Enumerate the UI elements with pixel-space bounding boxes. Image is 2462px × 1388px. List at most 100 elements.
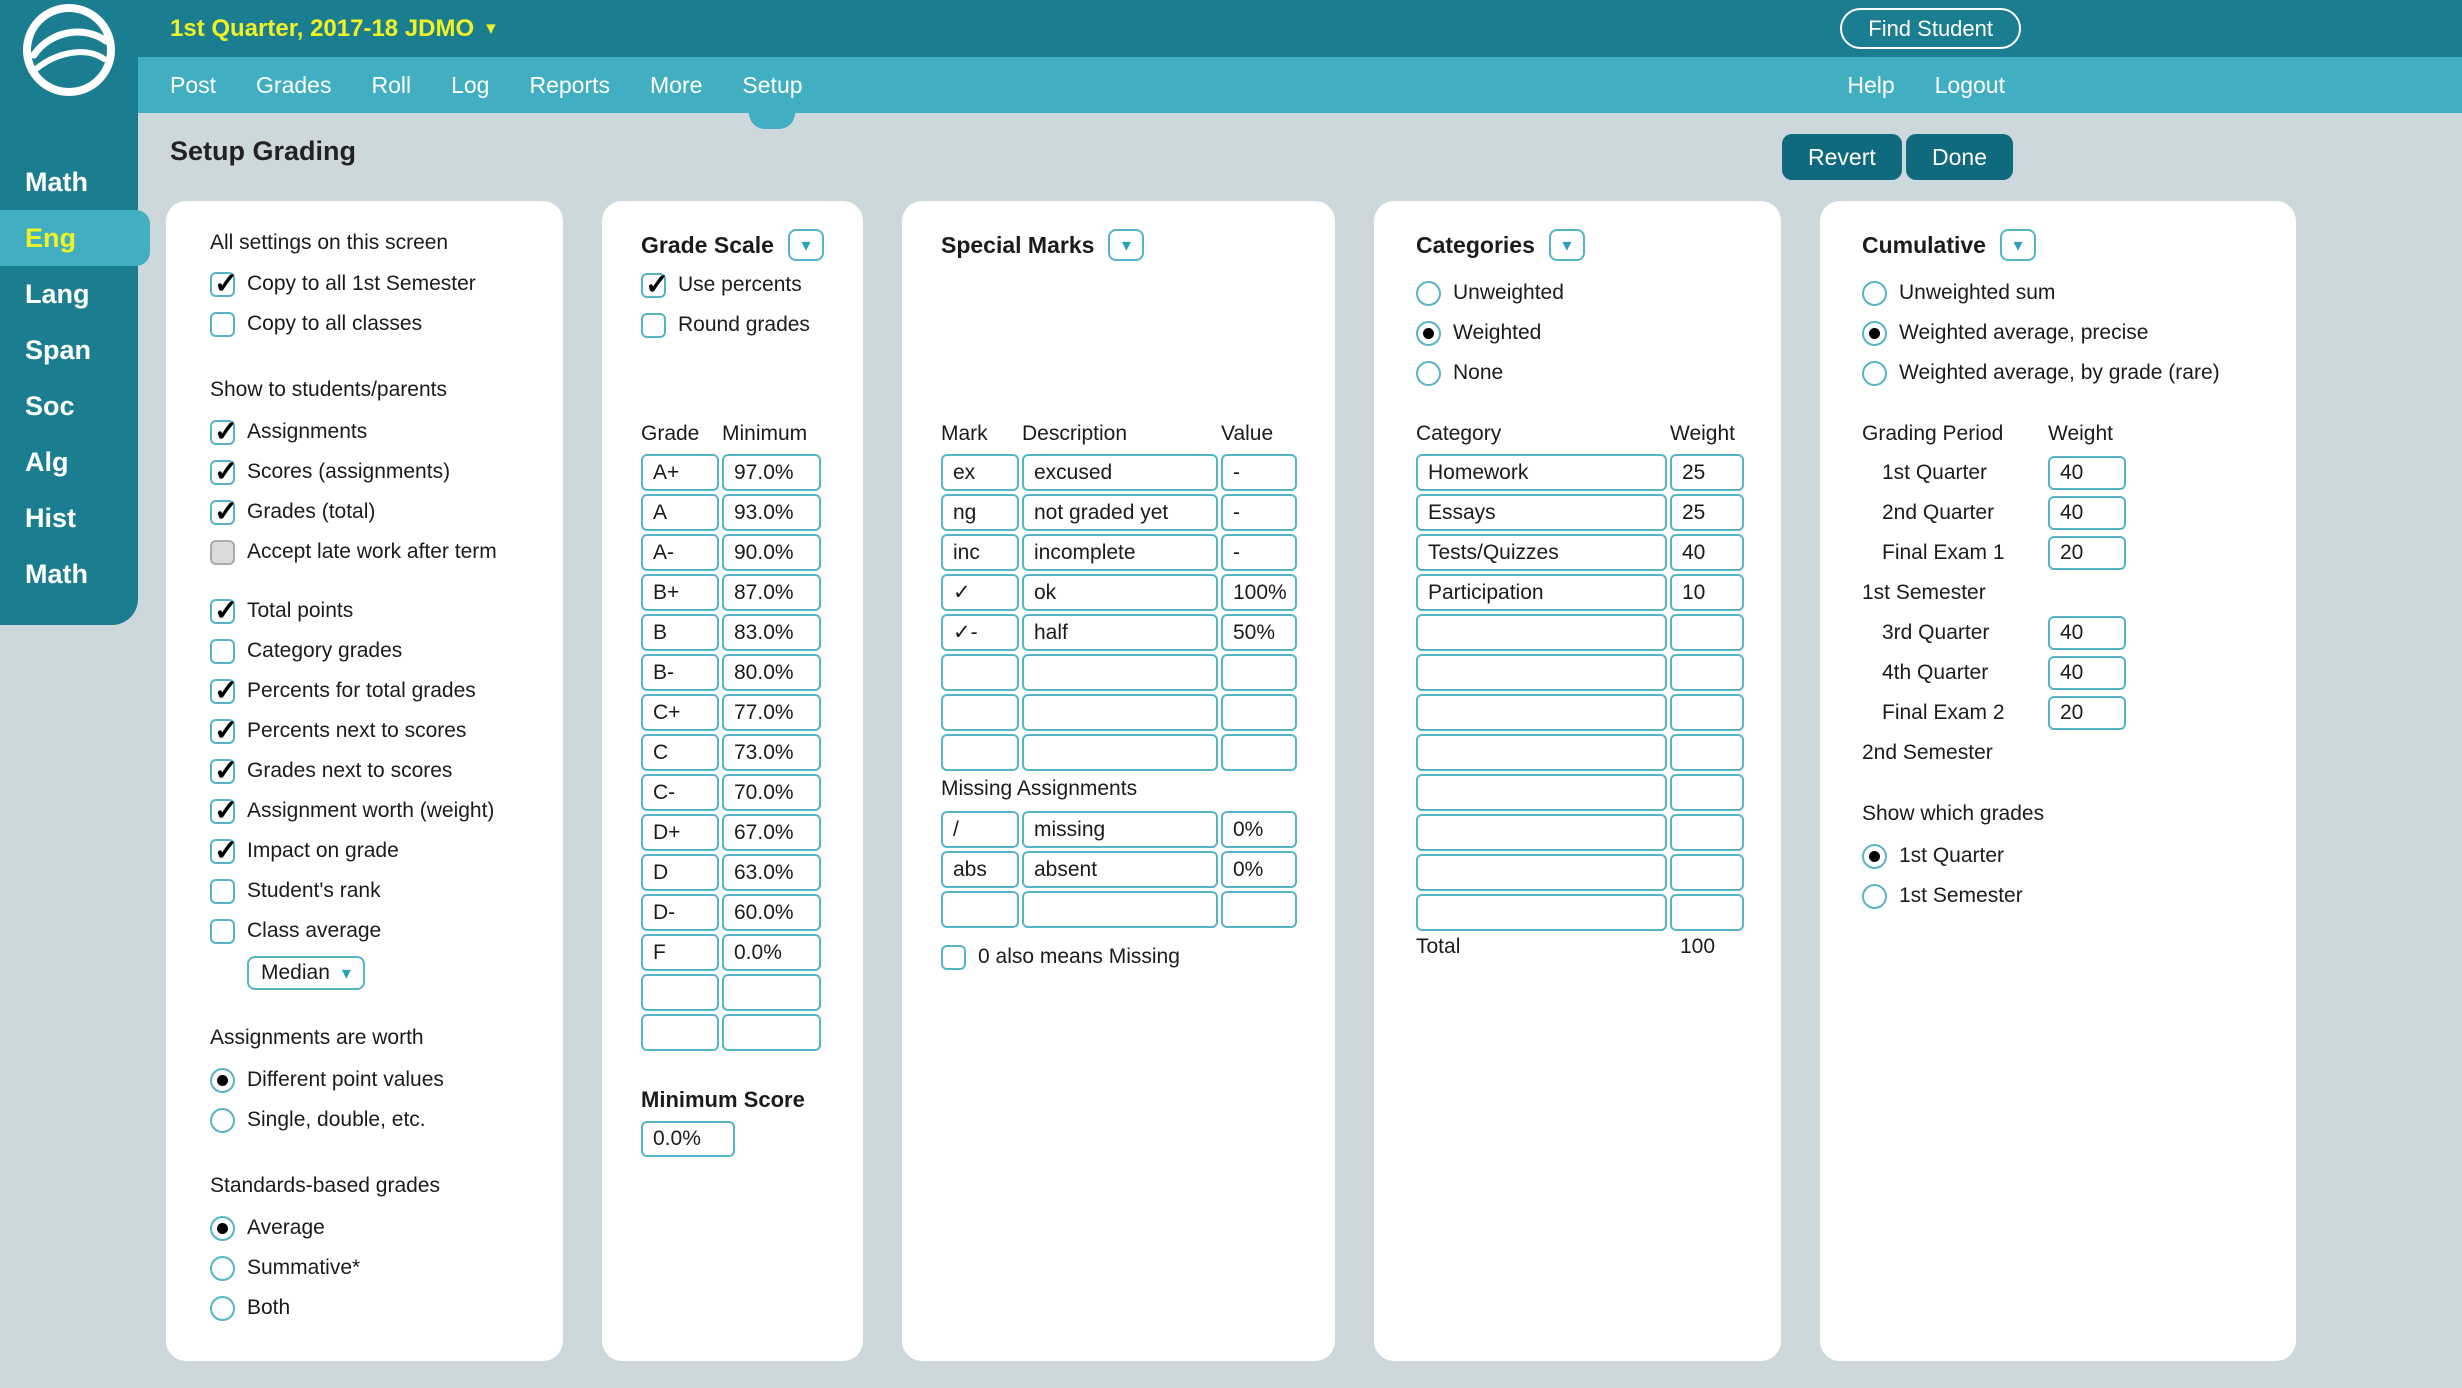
grade-cell[interactable]: F bbox=[641, 934, 719, 971]
value-cell[interactable] bbox=[1221, 734, 1297, 771]
value-cell[interactable] bbox=[1221, 891, 1297, 928]
checkbox[interactable] bbox=[941, 945, 966, 970]
grade-cell[interactable]: D+ bbox=[641, 814, 719, 851]
minimum-cell[interactable]: 60.0% bbox=[722, 894, 821, 931]
sidebar-item-class[interactable]: Hist bbox=[0, 490, 138, 546]
grade-cell[interactable]: D bbox=[641, 854, 719, 891]
description-cell[interactable]: absent bbox=[1022, 851, 1218, 888]
checkbox[interactable] bbox=[641, 273, 666, 298]
grade-cell[interactable]: C+ bbox=[641, 694, 719, 731]
category-cell[interactable]: Tests/Quizzes bbox=[1416, 534, 1667, 571]
weight-cell[interactable]: 25 bbox=[1670, 494, 1744, 531]
nav-item[interactable]: Grades bbox=[256, 57, 331, 113]
sidebar-item-class[interactable]: Math bbox=[0, 546, 138, 602]
mark-cell[interactable]: ✓- bbox=[941, 614, 1019, 651]
period-weight-input[interactable]: 40 bbox=[2048, 656, 2126, 690]
minimum-cell[interactable]: 93.0% bbox=[722, 494, 821, 531]
checkbox[interactable] bbox=[210, 460, 235, 485]
checkbox[interactable] bbox=[210, 679, 235, 704]
checkbox[interactable] bbox=[210, 919, 235, 944]
checkbox[interactable] bbox=[210, 719, 235, 744]
weight-cell[interactable] bbox=[1670, 614, 1744, 651]
minimum-score-input[interactable]: 0.0% bbox=[641, 1121, 735, 1157]
categories-dropdown-button[interactable]: ▾ bbox=[1549, 229, 1585, 261]
radio-button[interactable] bbox=[1862, 884, 1887, 909]
sidebar-item-class[interactable]: Span bbox=[0, 322, 138, 378]
nav-item[interactable]: Log bbox=[451, 57, 489, 113]
radio-button[interactable] bbox=[210, 1068, 235, 1093]
category-cell[interactable]: Participation bbox=[1416, 574, 1667, 611]
category-cell[interactable] bbox=[1416, 614, 1667, 651]
weight-cell[interactable]: 10 bbox=[1670, 574, 1744, 611]
class-average-dropdown[interactable]: Median ▾ bbox=[247, 956, 365, 990]
minimum-cell[interactable]: 0.0% bbox=[722, 934, 821, 971]
value-cell[interactable]: - bbox=[1221, 534, 1297, 571]
grade-cell[interactable]: A bbox=[641, 494, 719, 531]
category-cell[interactable] bbox=[1416, 894, 1667, 931]
mark-cell[interactable] bbox=[941, 694, 1019, 731]
checkbox[interactable] bbox=[210, 312, 235, 337]
minimum-cell[interactable]: 73.0% bbox=[722, 734, 821, 771]
weight-cell[interactable]: 40 bbox=[1670, 534, 1744, 571]
sidebar-item-class[interactable]: Eng bbox=[0, 210, 150, 266]
category-cell[interactable] bbox=[1416, 694, 1667, 731]
checkbox[interactable] bbox=[210, 879, 235, 904]
value-cell[interactable]: 50% bbox=[1221, 614, 1297, 651]
value-cell[interactable]: 0% bbox=[1221, 851, 1297, 888]
description-cell[interactable] bbox=[1022, 694, 1218, 731]
category-cell[interactable]: Homework bbox=[1416, 454, 1667, 491]
revert-button[interactable]: Revert bbox=[1782, 134, 1902, 180]
checkbox[interactable] bbox=[641, 313, 666, 338]
period-weight-input[interactable]: 40 bbox=[2048, 616, 2126, 650]
grade-cell[interactable] bbox=[641, 974, 719, 1011]
nav-item[interactable]: Setup bbox=[742, 57, 802, 113]
grade-cell[interactable]: D- bbox=[641, 894, 719, 931]
weight-cell[interactable] bbox=[1670, 854, 1744, 891]
minimum-cell[interactable] bbox=[722, 974, 821, 1011]
minimum-cell[interactable]: 87.0% bbox=[722, 574, 821, 611]
nav-item[interactable]: Roll bbox=[371, 57, 411, 113]
sidebar-item-class[interactable]: Lang bbox=[0, 266, 138, 322]
weight-cell[interactable]: 25 bbox=[1670, 454, 1744, 491]
radio-button[interactable] bbox=[210, 1296, 235, 1321]
checkbox[interactable] bbox=[210, 839, 235, 864]
term-selector[interactable]: 1st Quarter, 2017-18 JDMO ▾ bbox=[170, 0, 496, 57]
mark-cell[interactable]: ex bbox=[941, 454, 1019, 491]
description-cell[interactable]: excused bbox=[1022, 454, 1218, 491]
mark-cell[interactable] bbox=[941, 654, 1019, 691]
weight-cell[interactable] bbox=[1670, 774, 1744, 811]
period-weight-input[interactable]: 20 bbox=[2048, 536, 2126, 570]
description-cell[interactable]: ok bbox=[1022, 574, 1218, 611]
minimum-cell[interactable]: 97.0% bbox=[722, 454, 821, 491]
checkbox[interactable] bbox=[210, 500, 235, 525]
checkbox[interactable] bbox=[210, 540, 235, 565]
nav-item[interactable]: Reports bbox=[529, 57, 610, 113]
nav-item[interactable]: More bbox=[650, 57, 702, 113]
grade-cell[interactable]: C- bbox=[641, 774, 719, 811]
nav-item-help[interactable]: Help bbox=[1847, 57, 1894, 113]
radio-button[interactable] bbox=[1862, 281, 1887, 306]
category-cell[interactable] bbox=[1416, 734, 1667, 771]
weight-cell[interactable] bbox=[1670, 694, 1744, 731]
weight-cell[interactable] bbox=[1670, 654, 1744, 691]
radio-button[interactable] bbox=[1862, 361, 1887, 386]
sidebar-item-class[interactable]: Soc bbox=[0, 378, 138, 434]
value-cell[interactable]: - bbox=[1221, 494, 1297, 531]
weight-cell[interactable] bbox=[1670, 814, 1744, 851]
description-cell[interactable]: not graded yet bbox=[1022, 494, 1218, 531]
find-student-button[interactable]: Find Student bbox=[1840, 8, 2021, 49]
grade-cell[interactable]: B bbox=[641, 614, 719, 651]
grade-cell[interactable] bbox=[641, 1014, 719, 1051]
mark-cell[interactable] bbox=[941, 891, 1019, 928]
minimum-cell[interactable] bbox=[722, 1014, 821, 1051]
description-cell[interactable] bbox=[1022, 891, 1218, 928]
grade-cell[interactable]: B+ bbox=[641, 574, 719, 611]
radio-button[interactable] bbox=[1862, 844, 1887, 869]
description-cell[interactable]: half bbox=[1022, 614, 1218, 651]
grade-cell[interactable]: B- bbox=[641, 654, 719, 691]
value-cell[interactable] bbox=[1221, 654, 1297, 691]
description-cell[interactable]: incomplete bbox=[1022, 534, 1218, 571]
description-cell[interactable] bbox=[1022, 654, 1218, 691]
mark-cell[interactable]: ✓ bbox=[941, 574, 1019, 611]
done-button[interactable]: Done bbox=[1906, 134, 2013, 180]
